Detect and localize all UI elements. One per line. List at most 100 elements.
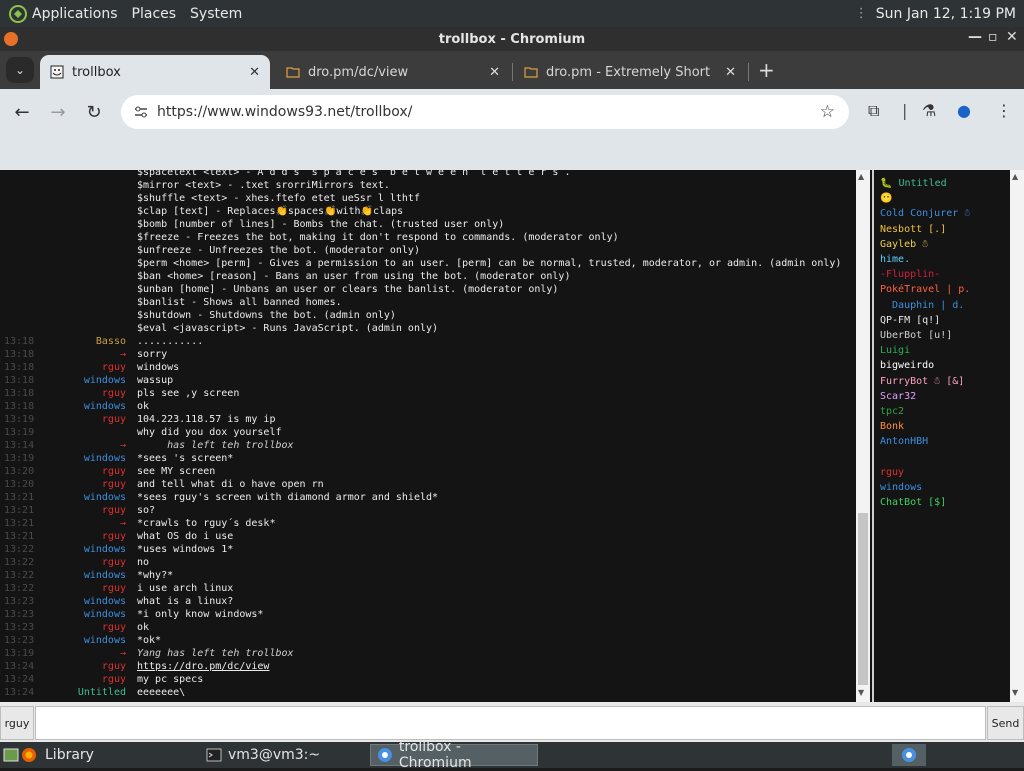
message-nick[interactable]: rguy [102,622,126,633]
clock[interactable]: Sun Jan 12, 1:19 PM [876,6,1016,22]
new-tab-icon[interactable]: + [758,58,775,82]
user-list-item[interactable]: -Flupplin- [880,269,940,280]
address-bar[interactable]: https://www.windows93.net/trollbox/ ☆ [121,95,849,129]
more-menu-icon[interactable]: ⋮ [996,101,1012,120]
message-nick[interactable]: windows [84,492,126,503]
bookmark-star-icon[interactable]: ☆ [820,102,835,122]
message-nick[interactable]: rguy [102,362,126,373]
send-button[interactable]: Send [987,706,1024,740]
user-list-item[interactable]: Luigi [880,345,910,356]
user-list-item[interactable]: AntonHBH [880,436,928,447]
message-nick[interactable]: windows [84,453,126,464]
user-list-item[interactable]: 😶 [880,193,892,204]
message-nick[interactable]: windows [84,401,126,412]
message-nick[interactable]: rguy [102,414,126,425]
message-nick[interactable]: windows [84,596,126,607]
message-input[interactable] [35,706,986,740]
close-window-icon[interactable]: ✕ [1006,29,1018,45]
scroll-down-arrow-icon[interactable]: ▼ [1012,688,1018,697]
back-arrow-icon[interactable]: ← [11,101,33,123]
user-list-item[interactable]: hime. [880,254,910,265]
user-list-item[interactable]: Nesbott [.] [880,224,946,235]
user-list-item[interactable]: UberBot [u!] [880,330,952,341]
tab-label: dro.pm - Extremely Short Lin [546,64,714,80]
user-list-item[interactable]: Cold Conjurer ☃ [880,208,970,219]
system-menu[interactable]: System [190,6,242,22]
user-list-item[interactable]: PokéTravel | p. [880,284,970,295]
scroll-up-arrow-icon[interactable]: ▲ [1012,172,1018,181]
close-tab-icon[interactable]: ✕ [725,65,736,80]
message-link[interactable]: https://dro.pm/dc/view [137,661,269,672]
taskbar-item-chromium[interactable]: trollbox - Chromium [370,739,538,771]
message-text: what is a linux? [137,596,234,607]
user-list-item[interactable]: Gayleb ☃ [880,239,928,250]
minimize-icon[interactable]: — [968,29,982,45]
user-list-item[interactable]: tpc2 [880,406,904,417]
message-nick[interactable]: rguy [102,661,126,672]
user-list-item[interactable]: 🐛 Untitled [880,178,947,189]
message-nick[interactable]: windows [84,570,126,581]
message-nick[interactable]: rguy [102,583,126,594]
message-nick[interactable]: windows [84,375,126,386]
url-text[interactable]: https://www.windows93.net/trollbox/ [157,104,412,120]
message-nick[interactable]: → [120,518,126,529]
chromium-icon[interactable] [4,32,18,46]
tab-dro-view[interactable]: dro.pm/dc/view ✕ [276,55,510,89]
taskbar-item-label: vm3@vm3:~ [228,747,321,763]
user-list-item[interactable]: windows [880,482,922,493]
distro-logo-icon[interactable] [8,4,28,24]
profile-avatar-icon[interactable]: ● [957,101,971,120]
message-nick[interactable]: → [120,440,126,451]
tab-search-button[interactable]: ⌄ [6,57,34,83]
user-list-item[interactable]: Bonk [880,421,904,432]
message-nick[interactable]: → [120,349,126,360]
message-nick[interactable]: rguy [102,466,126,477]
message-nick[interactable]: Basso [96,336,126,347]
message-nick[interactable]: rguy [102,674,126,685]
nickname-button[interactable]: rguy [0,706,34,740]
places-menu[interactable]: Places [132,6,177,22]
close-tab-icon[interactable]: ✕ [249,65,260,80]
message-nick[interactable]: rguy [102,505,126,516]
window-title: trollbox - Chromium [438,31,586,47]
user-list-scrollbar[interactable]: ▲ ▼ [1010,170,1024,702]
window-titlebar[interactable]: trollbox - Chromium — ▫ ✕ [0,27,1024,51]
scroll-down-arrow-icon[interactable]: ▼ [858,688,864,697]
tab-trollbox[interactable]: trollbox ✕ [40,55,270,89]
user-list: 🐛 Untitled 😶 Cold Conjurer ☃ Nesbott [.] Gay… [872,170,1010,702]
labs-flask-icon[interactable]: ⚗ [922,101,936,120]
message-nick[interactable]: windows [84,635,126,646]
message-nick[interactable]: windows [84,544,126,555]
chat-log[interactable]: $spacetext <text> - A d d s s p a c e s … [0,170,856,702]
user-list-item[interactable]: Scar32 [880,391,916,402]
maximize-icon[interactable]: ▫ [988,29,998,45]
tab-dro-pm[interactable]: dro.pm - Extremely Short Lin ✕ [514,55,746,89]
user-list-item[interactable]: Dauphin | d. [880,300,964,311]
reload-icon[interactable]: ↻ [83,101,105,123]
show-desktop-button[interactable]: Library [0,744,94,766]
chat-message: 13:24 Untitled eeeeeee\ [0,687,856,700]
message-nick[interactable]: rguy [102,557,126,568]
user-list-item[interactable]: ChatBot [$] [880,497,946,508]
chat-scrollbar[interactable]: ▲ ▼ [856,170,870,702]
extensions-icon[interactable]: ⧉ [868,101,879,121]
applications-menu[interactable]: Applications [32,6,118,22]
workspace-switcher[interactable] [892,744,926,766]
scroll-up-arrow-icon[interactable]: ▲ [858,172,864,181]
message-nick[interactable]: Untitled [78,687,126,698]
user-list-item[interactable]: QP-FM [q!] [880,315,940,326]
message-nick[interactable]: rguy [102,388,126,399]
message-nick[interactable]: → [120,648,126,659]
close-tab-icon[interactable]: ✕ [489,65,500,80]
message-time: 13:18 [4,375,35,386]
site-info-icon[interactable] [133,104,149,120]
user-list-item[interactable]: FurryBot ☃ [&] [880,376,964,387]
message-nick[interactable]: rguy [102,531,126,542]
user-list-item[interactable]: bigweirdo [880,360,934,371]
taskbar-item-terminal[interactable]: vm3@vm3:~ [200,744,365,766]
scrollbar-thumb[interactable] [858,513,868,685]
user-list-item[interactable]: rguy [880,467,904,478]
message-nick[interactable]: rguy [102,479,126,490]
forward-arrow-icon[interactable]: → [47,101,69,123]
message-nick[interactable]: windows [84,609,126,620]
